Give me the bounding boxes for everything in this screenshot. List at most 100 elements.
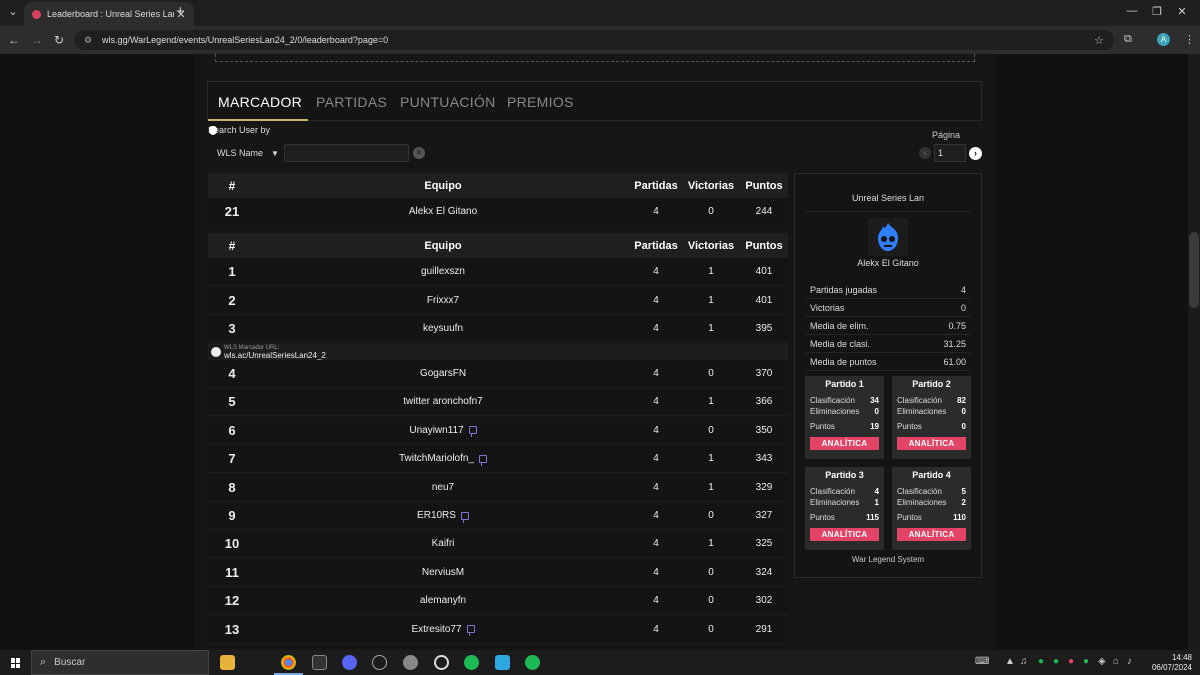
discord-icon[interactable]: [342, 655, 357, 670]
analytics-button[interactable]: ANALÍTICA: [810, 437, 879, 450]
spotify-icon[interactable]: [464, 655, 479, 670]
table-row[interactable]: 3 keysuufn 4 1 395: [208, 315, 788, 344]
table-row[interactable]: 1 guillexszn 4 1 401: [208, 258, 788, 286]
logitech-icon[interactable]: [372, 655, 387, 670]
table-row[interactable]: 8 neu7 4 1 329: [208, 473, 788, 502]
profile-avatar[interactable]: A: [1157, 33, 1170, 46]
table-row[interactable]: 2 Frixxx7 4 1 401: [208, 286, 788, 315]
bookmark-star-icon[interactable]: ☆: [1094, 34, 1104, 47]
match-puntos-label: Puntos: [897, 422, 922, 431]
table-row[interactable]: 4 GogarsFN 4 0 370: [208, 360, 788, 388]
analytics-button[interactable]: ANALÍTICA: [897, 437, 966, 450]
system-clock[interactable]: 14:48 06/07/2024: [1150, 653, 1192, 673]
row-matches-text: 4: [653, 396, 659, 408]
table-row[interactable]: 10 Kaifri 4 1 325: [208, 530, 788, 559]
tab-marcador[interactable]: MARCADOR: [218, 94, 302, 110]
spotify-tray-icon[interactable]: ●: [1083, 656, 1089, 667]
nvidia-icon[interactable]: ●: [1038, 656, 1044, 667]
volume-icon[interactable]: ♪: [1127, 656, 1132, 667]
table-row[interactable]: 6 Unayiwn117 4 0 350: [208, 416, 788, 445]
stat-value: 4: [960, 285, 966, 295]
table-row[interactable]: 11 NerviusM 4 0 324: [208, 558, 788, 587]
spotify-icon[interactable]: [525, 655, 540, 670]
mouse-cursor-icon: [209, 126, 217, 135]
row-matches: 4: [630, 587, 682, 614]
extensions-icon[interactable]: ⧉: [1124, 33, 1132, 46]
table-row[interactable]: 13 Extresito77 4 0 291: [208, 615, 788, 644]
chrome-icon[interactable]: [274, 655, 303, 675]
row-team-text: TwitchMariolofn_: [398, 453, 475, 465]
prev-page-icon[interactable]: ‹: [919, 147, 931, 159]
steam-icon[interactable]: [434, 655, 449, 670]
headset-icon[interactable]: ♫: [1020, 656, 1028, 667]
analytics-button[interactable]: ANALÍTICA: [810, 528, 879, 541]
table-row[interactable]: 12 alemanyfn 4 0 302: [208, 587, 788, 616]
tab-title: Leaderboard : Unreal Series Lan: [47, 9, 174, 19]
window-close-icon[interactable]: ✕: [1172, 5, 1192, 18]
epic-games-icon[interactable]: [312, 655, 327, 670]
keyboard-icon[interactable]: ⌨: [975, 656, 989, 667]
row-rank-text: 7: [228, 451, 236, 467]
tab-premios[interactable]: PREMIOS: [507, 94, 574, 110]
file-explorer-icon[interactable]: [220, 655, 235, 670]
browser-tab[interactable]: Leaderboard : Unreal Series Lan ✕: [24, 2, 194, 26]
scoreboard-url-banner[interactable]: WLS Marcador URL: wls.ac/UnrealSeriesLan…: [208, 344, 788, 360]
user-leaderboard-row[interactable]: 21 Alekx El Gitano 4 0 244: [208, 198, 788, 226]
match-puntos: Puntos 19: [810, 422, 879, 431]
row-wins-text: 1: [708, 453, 714, 465]
restore-icon[interactable]: ❐: [1147, 5, 1167, 18]
row-wins: 1: [682, 315, 740, 342]
tray-app-icon[interactable]: ●: [1053, 656, 1059, 667]
tray-app-icon[interactable]: ●: [1068, 656, 1074, 667]
row-points: 302: [740, 587, 788, 614]
table-row[interactable]: 9 ER10RS 4 0 327: [208, 502, 788, 530]
tab-puntuacion[interactable]: PUNTUACIÓN: [400, 94, 496, 110]
table-row[interactable]: 5 twitter aronchofn7 4 1 366: [208, 388, 788, 417]
twitch-icon[interactable]: [466, 625, 475, 637]
scrollbar-thumb[interactable]: [1189, 232, 1199, 308]
app-icon[interactable]: [403, 655, 418, 670]
site-info-icon[interactable]: ⚙: [84, 35, 94, 46]
next-page-icon[interactable]: ›: [969, 147, 982, 160]
row-matches-text: 4: [653, 510, 659, 521]
tab-search-icon[interactable]: ⌄: [5, 4, 21, 20]
row-points-text: 401: [755, 266, 773, 277]
row-points: 401: [740, 258, 788, 285]
match-eliminaciones: Eliminaciones 2: [897, 498, 966, 507]
row-team: alemanyfn: [256, 587, 630, 614]
row-rank-text: 11: [225, 564, 239, 580]
match-eliminaciones: Eliminaciones 0: [897, 407, 966, 416]
analytics-button[interactable]: ANALÍTICA: [897, 528, 966, 541]
back-icon[interactable]: ←: [7, 33, 21, 47]
twitch-icon[interactable]: [479, 454, 488, 466]
table-row[interactable]: 7 TwitchMariolofn_ 4 1 343: [208, 445, 788, 474]
tray-chevron-icon[interactable]: ▲: [1005, 656, 1015, 667]
minimize-icon[interactable]: —: [1122, 5, 1142, 17]
tray-app-icon[interactable]: ◈: [1098, 656, 1106, 667]
row-rank-text: 5: [228, 394, 236, 410]
row-matches-text: 4: [653, 424, 659, 436]
row-wins: 0: [708, 206, 714, 217]
browser-menu-icon[interactable]: ⋮: [1184, 33, 1195, 46]
page-number-input[interactable]: 1: [934, 144, 966, 162]
network-icon[interactable]: ⌂: [1113, 656, 1119, 667]
fortnite-icon[interactable]: [495, 655, 510, 670]
clear-search-icon[interactable]: ✕: [413, 147, 425, 159]
twitch-icon[interactable]: [468, 426, 477, 438]
tab-partidas[interactable]: PARTIDAS: [316, 94, 387, 110]
url-field[interactable]: ⚙ wls.gg/WarLegend/events/UnrealSeriesLa…: [74, 30, 1114, 50]
row-points-text: 324: [755, 566, 773, 578]
search-field-select[interactable]: WLS Name ▼: [208, 145, 281, 161]
page-scrollbar[interactable]: [1188, 54, 1200, 650]
new-tab-icon[interactable]: +: [176, 4, 185, 20]
taskbar-search[interactable]: ⌕ Buscar: [31, 650, 209, 675]
row-team: guillexszn: [256, 258, 630, 285]
search-icon: ⌕: [40, 656, 47, 668]
match-clasificacion-label: Clasificación: [810, 396, 855, 405]
windows-start-icon[interactable]: [11, 658, 21, 668]
reload-icon[interactable]: ↻: [52, 33, 66, 47]
search-input[interactable]: [284, 144, 409, 162]
row-rank-text: 13: [224, 621, 240, 637]
forward-icon[interactable]: →: [30, 33, 44, 47]
twitch-icon[interactable]: [460, 511, 469, 523]
